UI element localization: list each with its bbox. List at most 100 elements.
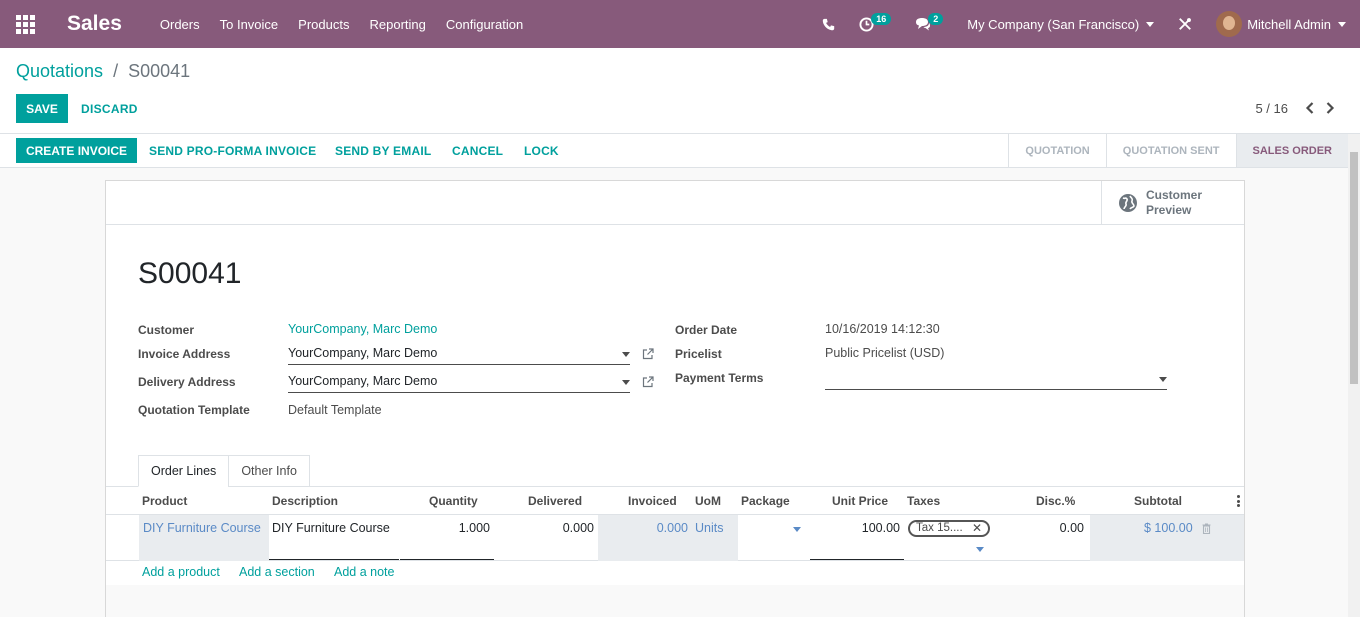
- col-description[interactable]: Description: [272, 494, 338, 508]
- row-description[interactable]: DIY Furniture Course: [269, 515, 399, 560]
- invoice-address-label: Invoice Address: [138, 347, 231, 361]
- chevron-down-icon[interactable]: [622, 352, 630, 357]
- close-icon[interactable]: ✕: [972, 522, 982, 535]
- invoice-address-value: YourCompany, Marc Demo: [288, 346, 438, 360]
- chevron-down-icon[interactable]: [1159, 377, 1167, 382]
- external-link-icon[interactable]: [642, 348, 654, 360]
- globe-icon: [1119, 194, 1137, 212]
- invoice-address-field[interactable]: YourCompany, Marc Demo: [288, 343, 630, 365]
- tab-order-lines[interactable]: Order Lines: [138, 455, 230, 487]
- debug-tools-icon[interactable]: [1178, 17, 1192, 31]
- user-menu[interactable]: Mitchell Admin: [1216, 11, 1346, 37]
- create-invoice-button[interactable]: CREATE INVOICE: [16, 138, 137, 163]
- tab-other-info[interactable]: Other Info: [228, 455, 310, 487]
- stage-pipeline: QUOTATION QUOTATION SENT SALES ORDER: [1008, 134, 1348, 167]
- row-taxes[interactable]: Tax 15.... ✕: [904, 515, 994, 561]
- control-panel: Quotations / S00041 SAVE DISCARD 5 / 16: [0, 48, 1360, 134]
- quotation-template-value[interactable]: Default Template: [288, 403, 382, 417]
- table-row[interactable]: DIY Furniture Course DIY Furniture Cours…: [106, 515, 1244, 561]
- send-proforma-button[interactable]: SEND PRO-FORMA INVOICE: [149, 138, 316, 163]
- col-subtotal[interactable]: Subtotal: [1134, 494, 1182, 508]
- chevron-down-icon[interactable]: [976, 547, 984, 552]
- tax-tag-label: Tax 15....: [916, 522, 963, 534]
- add-note-link[interactable]: Add a note: [334, 565, 394, 579]
- order-date-value[interactable]: 10/16/2019 14:12:30: [825, 322, 940, 336]
- row-package[interactable]: [738, 515, 810, 561]
- col-unit-price[interactable]: Unit Price: [832, 494, 888, 508]
- row-product[interactable]: DIY Furniture Course: [139, 515, 269, 561]
- pager-value[interactable]: 5 / 16: [1255, 101, 1288, 116]
- row-unit-price[interactable]: 100.00: [810, 515, 904, 560]
- row-subtotal: $ 100.00: [1090, 515, 1244, 561]
- stage-quotation-sent[interactable]: QUOTATION SENT: [1105, 134, 1236, 167]
- pricelist-value[interactable]: Public Pricelist (USD): [825, 346, 944, 360]
- chevron-left-icon[interactable]: [1300, 98, 1320, 118]
- add-section-link[interactable]: Add a section: [239, 565, 315, 579]
- pricelist-label: Pricelist: [675, 347, 722, 361]
- scrollbar-thumb[interactable]: [1350, 152, 1358, 384]
- discard-button[interactable]: DISCARD: [81, 94, 138, 123]
- col-delivered[interactable]: Delivered: [528, 494, 582, 508]
- customer-link[interactable]: YourCompany, Marc Demo: [288, 322, 437, 336]
- page-scrollbar[interactable]: [1348, 134, 1360, 617]
- delivery-address-label: Delivery Address: [138, 375, 236, 389]
- payment-terms-label: Payment Terms: [675, 371, 764, 385]
- activity-clock-icon[interactable]: 16: [859, 13, 892, 32]
- breadcrumb-quotations[interactable]: Quotations: [16, 61, 103, 81]
- tax-tag[interactable]: Tax 15.... ✕: [908, 520, 990, 537]
- column-options-icon[interactable]: [1237, 495, 1240, 507]
- status-bar: CREATE INVOICE SEND PRO-FORMA INVOICE SE…: [0, 134, 1348, 168]
- col-product[interactable]: Product: [142, 494, 187, 508]
- stage-sales-order[interactable]: SALES ORDER: [1235, 134, 1348, 167]
- delivery-address-value: YourCompany, Marc Demo: [288, 374, 438, 388]
- company-switcher[interactable]: My Company (San Francisco): [967, 16, 1155, 32]
- col-taxes[interactable]: Taxes: [907, 494, 940, 508]
- row-uom[interactable]: Units: [688, 515, 738, 561]
- row-delivered[interactable]: 0.000: [502, 515, 598, 561]
- chevron-down-icon[interactable]: [793, 527, 801, 532]
- row-discount[interactable]: 0.00: [994, 515, 1090, 561]
- stage-quotation[interactable]: QUOTATION: [1008, 134, 1105, 167]
- row-subtotal-value: $ 100.00: [1144, 521, 1193, 535]
- col-uom[interactable]: UoM: [695, 494, 721, 508]
- send-by-email-button[interactable]: SEND BY EMAIL: [335, 138, 431, 163]
- breadcrumb: Quotations / S00041: [16, 61, 190, 82]
- row-invoiced: 0.000: [598, 515, 688, 561]
- chevron-right-icon[interactable]: [1320, 98, 1340, 118]
- company-name: My Company (San Francisco): [967, 16, 1140, 32]
- trash-icon[interactable]: [1202, 523, 1211, 534]
- add-line-row: Add a product Add a section Add a note: [106, 561, 1244, 585]
- row-quantity[interactable]: 1.000: [400, 515, 494, 560]
- save-button[interactable]: SAVE: [16, 94, 68, 123]
- menu-item-reporting[interactable]: Reporting: [369, 17, 425, 32]
- col-invoiced[interactable]: Invoiced: [628, 494, 677, 508]
- apps-menu-icon[interactable]: [0, 0, 50, 48]
- order-date-label: Order Date: [675, 323, 738, 337]
- message-count-badge: 2: [928, 13, 944, 25]
- avatar: [1216, 11, 1243, 37]
- table-footer-area: [106, 585, 1244, 617]
- top-navbar: Sales Orders To Invoice Products Reporti…: [0, 0, 1360, 48]
- chevron-down-icon[interactable]: [622, 380, 630, 385]
- col-discount[interactable]: Disc.%: [1036, 494, 1075, 508]
- customer-preview-button[interactable]: Customer Preview: [1101, 181, 1244, 225]
- menu-item-products[interactable]: Products: [298, 17, 349, 32]
- order-lines-header: Product Description Quantity Delivered I…: [106, 487, 1244, 515]
- menu-item-orders[interactable]: Orders: [160, 17, 200, 32]
- customer-label: Customer: [138, 323, 195, 337]
- col-package[interactable]: Package: [741, 494, 790, 508]
- phone-icon[interactable]: [822, 18, 835, 31]
- menu-item-to-invoice[interactable]: To Invoice: [220, 17, 279, 32]
- delivery-address-field[interactable]: YourCompany, Marc Demo: [288, 371, 630, 393]
- messages-icon[interactable]: 2: [915, 13, 944, 31]
- col-quantity[interactable]: Quantity: [429, 494, 478, 508]
- cancel-button[interactable]: CANCEL: [452, 138, 503, 163]
- payment-terms-field[interactable]: [825, 368, 1167, 390]
- button-box: Customer Preview: [106, 181, 1244, 225]
- add-product-link[interactable]: Add a product: [142, 565, 220, 579]
- notebook-tabs: Order Lines Other Info: [138, 455, 310, 487]
- lock-button[interactable]: LOCK: [524, 138, 559, 163]
- external-link-icon[interactable]: [642, 376, 654, 388]
- menu-item-configuration[interactable]: Configuration: [446, 17, 523, 32]
- app-name[interactable]: Sales: [67, 12, 122, 36]
